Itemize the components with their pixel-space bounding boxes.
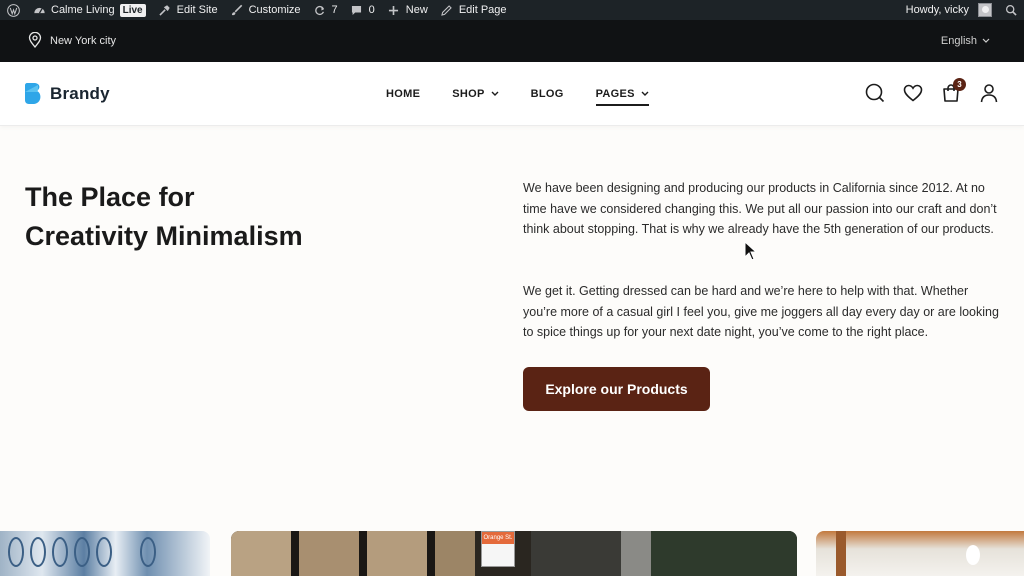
hanger-shape xyxy=(96,537,112,567)
hanger-shape xyxy=(52,537,68,567)
edit-page-label: Edit Page xyxy=(458,4,507,16)
hammer-icon xyxy=(158,3,172,17)
comments-count: 0 xyxy=(368,4,375,16)
user-icon[interactable] xyxy=(978,82,1000,104)
site-header: Brandy HOME SHOP BLOG PAGES 3 xyxy=(0,62,1024,126)
wood-panel xyxy=(359,531,367,576)
nav-pages[interactable]: PAGES xyxy=(595,62,649,126)
wood-panel xyxy=(231,531,291,576)
chevron-down-icon xyxy=(491,88,499,100)
shopping-bag-icon[interactable]: 3 xyxy=(940,78,966,104)
new-content-link[interactable]: New xyxy=(381,0,434,20)
hanger-shape xyxy=(74,537,90,567)
edit-site-label: Edit Site xyxy=(176,4,218,16)
hero-paragraph-2: We get it. Getting dressed can be hard a… xyxy=(523,284,999,340)
wood-panel xyxy=(435,531,475,576)
explore-products-button[interactable]: Explore our Products xyxy=(523,367,710,411)
nav-blog[interactable]: BLOG xyxy=(531,62,564,126)
comment-icon xyxy=(350,3,364,17)
map-pin-icon xyxy=(28,31,42,51)
plus-icon xyxy=(387,3,401,17)
lamp-shape xyxy=(966,545,980,565)
gallery-image-interior[interactable] xyxy=(816,531,1024,576)
street-sign-text: Orange St. xyxy=(482,532,514,544)
location: New York city xyxy=(28,31,117,51)
search-icon[interactable] xyxy=(864,82,886,104)
heart-icon[interactable] xyxy=(902,82,924,104)
comments-link[interactable]: 0 xyxy=(344,0,381,20)
plant-panel xyxy=(651,531,797,576)
hero-heading: The Place for Creativity Minimalism xyxy=(25,178,355,256)
wood-panel xyxy=(291,531,299,576)
nav-home[interactable]: HOME xyxy=(386,62,420,126)
wood-panel xyxy=(427,531,435,576)
brand-mark-icon xyxy=(24,82,44,106)
wp-logo-menu[interactable] xyxy=(0,0,26,20)
hanger-shape xyxy=(30,537,46,567)
nav-home-label: HOME xyxy=(386,88,421,100)
edit-site-link[interactable]: Edit Site xyxy=(152,0,224,20)
chevron-down-icon xyxy=(982,35,990,47)
nav-blog-label: BLOG xyxy=(530,88,564,100)
language-label: English xyxy=(940,35,977,47)
customize-label: Customize xyxy=(248,4,301,16)
nav-shop-label: SHOP xyxy=(452,88,485,100)
hanger-shape xyxy=(8,537,24,567)
hanger-shape xyxy=(140,537,156,567)
window-panel xyxy=(531,531,621,576)
header-actions: 3 xyxy=(864,78,1000,104)
refresh-icon xyxy=(313,3,327,17)
wood-panel xyxy=(367,531,427,576)
beam-shape xyxy=(836,531,846,576)
top-info-bar: New York city English xyxy=(0,20,1024,62)
new-label: New xyxy=(405,4,428,16)
chevron-down-icon xyxy=(641,88,649,100)
wp-admin-bar: Calme Living Live Edit Site Customize 7 … xyxy=(0,0,1024,20)
window-panel xyxy=(621,531,651,576)
nav-shop[interactable]: SHOP xyxy=(452,62,499,126)
brush-icon xyxy=(230,3,244,17)
gallery-image-clothes-rack[interactable] xyxy=(0,531,210,576)
location-text: New York city xyxy=(50,35,117,47)
hero-paragraph-1: We have been designing and producing our… xyxy=(523,181,997,237)
updates-count: 7 xyxy=(331,4,338,16)
wood-panel xyxy=(299,531,359,576)
mouse-cursor-icon xyxy=(744,241,758,261)
cart-count-badge: 3 xyxy=(953,78,966,91)
language-selector[interactable]: English xyxy=(941,35,990,47)
site-name: Calme Living xyxy=(51,4,115,16)
site-logo[interactable]: Brandy xyxy=(24,82,110,106)
logo-text: Brandy xyxy=(50,84,110,103)
hero-heading-line2: Creativity Minimalism xyxy=(25,221,303,251)
hero-heading-line1: The Place for xyxy=(25,182,195,212)
pencil-icon xyxy=(440,3,454,17)
main-navigation: HOME SHOP BLOG PAGES xyxy=(386,62,649,126)
updates-link[interactable]: 7 xyxy=(307,0,344,20)
edit-page-link[interactable]: Edit Page xyxy=(434,0,513,20)
admin-search[interactable] xyxy=(998,0,1024,20)
user-account-menu[interactable]: Howdy, vicky xyxy=(900,0,998,20)
howdy-greeting: Howdy, vicky xyxy=(905,4,969,16)
street-sign: Orange St. xyxy=(481,531,515,567)
live-badge: Live xyxy=(119,3,146,17)
gallery-image-storefront[interactable]: Orange St. xyxy=(231,531,797,576)
search-icon xyxy=(1004,3,1018,17)
wordpress-icon xyxy=(6,3,20,17)
customize-link[interactable]: Customize xyxy=(224,0,307,20)
dashboard-icon xyxy=(32,3,46,17)
site-name-menu[interactable]: Calme Living Live xyxy=(26,0,152,20)
nav-pages-label: PAGES xyxy=(595,88,635,100)
user-avatar xyxy=(978,3,992,17)
